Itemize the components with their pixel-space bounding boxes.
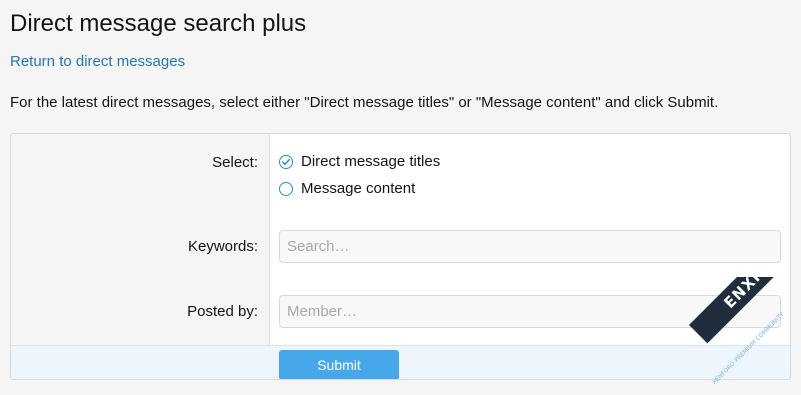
submit-row: Submit <box>11 345 790 379</box>
select-label: Select: <box>212 154 258 171</box>
option-label: Direct message titles <box>301 153 441 170</box>
submit-button[interactable]: Submit <box>279 350 399 379</box>
posted-by-label: Posted by: <box>187 303 258 320</box>
radio-checked-icon <box>279 155 293 169</box>
keywords-search-input[interactable] <box>279 230 781 263</box>
posted-by-member-input[interactable] <box>279 295 781 328</box>
page-title: Direct message search plus <box>10 10 307 37</box>
return-to-direct-messages-link[interactable]: Return to direct messages <box>10 52 185 72</box>
radio-unchecked-icon <box>279 182 293 196</box>
keywords-label: Keywords: <box>187 238 258 255</box>
option-message-content[interactable]: Message content <box>279 179 415 199</box>
intro-text: For the latest direct messages, select e… <box>10 94 719 111</box>
option-direct-message-titles[interactable]: Direct message titles <box>279 152 440 172</box>
option-label: Message content <box>301 180 416 197</box>
search-form: Select: Direct message titles Message co… <box>10 133 791 380</box>
